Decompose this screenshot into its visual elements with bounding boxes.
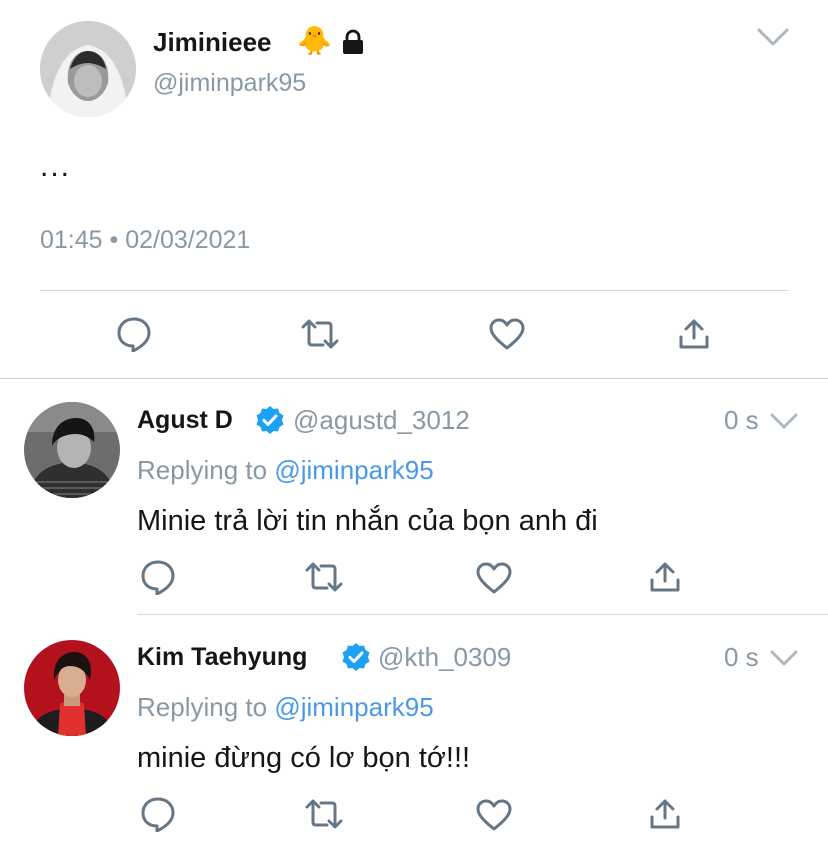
handle[interactable]: @agustd_3012	[293, 405, 470, 436]
tweet-text: minie đừng có lơ bọn tớ!!!	[137, 742, 471, 774]
replying-to-label: Replying to	[137, 692, 268, 722]
verified-icon	[255, 405, 285, 435]
reply-icon[interactable]	[140, 796, 176, 832]
timestamp[interactable]: 01:45 • 02/03/2021	[40, 226, 250, 255]
chevron-down-icon[interactable]	[770, 412, 798, 430]
mention-link[interactable]: @jiminpark95	[274, 692, 433, 722]
share-icon[interactable]	[649, 798, 681, 830]
chick-emoji: 🐥	[297, 24, 332, 57]
like-icon[interactable]	[489, 318, 525, 350]
tweet-text: Minie trả lời tin nhắn của bọn anh đi	[137, 505, 598, 537]
avatar[interactable]	[40, 21, 136, 117]
handle[interactable]: @jiminpark95	[153, 69, 306, 98]
display-name[interactable]: Agust D	[137, 406, 233, 435]
divider	[0, 378, 828, 379]
retweet-icon[interactable]	[305, 798, 343, 830]
retweet-icon[interactable]	[301, 318, 339, 350]
lock-icon	[341, 29, 365, 55]
mention-link[interactable]: @jiminpark95	[274, 455, 433, 485]
like-icon[interactable]	[476, 562, 512, 594]
display-name[interactable]: Jiminieee	[153, 27, 272, 58]
time-ago: 0 s	[724, 405, 759, 435]
divider	[137, 614, 828, 615]
verified-icon	[341, 642, 371, 672]
time-ago: 0 s	[724, 642, 759, 672]
tweet-text: ...	[40, 150, 72, 183]
replying-to: Replying to @jiminpark95	[137, 455, 434, 486]
replying-to-label: Replying to	[137, 455, 268, 485]
chevron-down-icon[interactable]	[770, 649, 798, 667]
share-icon[interactable]	[678, 318, 710, 350]
reply-icon[interactable]	[140, 559, 176, 595]
retweet-icon[interactable]	[305, 561, 343, 593]
avatar[interactable]	[24, 640, 120, 736]
display-name[interactable]: Kim Taehyung	[137, 643, 307, 672]
share-icon[interactable]	[649, 561, 681, 593]
avatar[interactable]	[24, 402, 120, 498]
reply-icon[interactable]	[116, 316, 152, 352]
chevron-down-icon[interactable]	[757, 27, 789, 47]
like-icon[interactable]	[476, 799, 512, 831]
divider	[40, 290, 788, 291]
handle[interactable]: @kth_0309	[378, 642, 511, 673]
replying-to: Replying to @jiminpark95	[137, 692, 434, 723]
